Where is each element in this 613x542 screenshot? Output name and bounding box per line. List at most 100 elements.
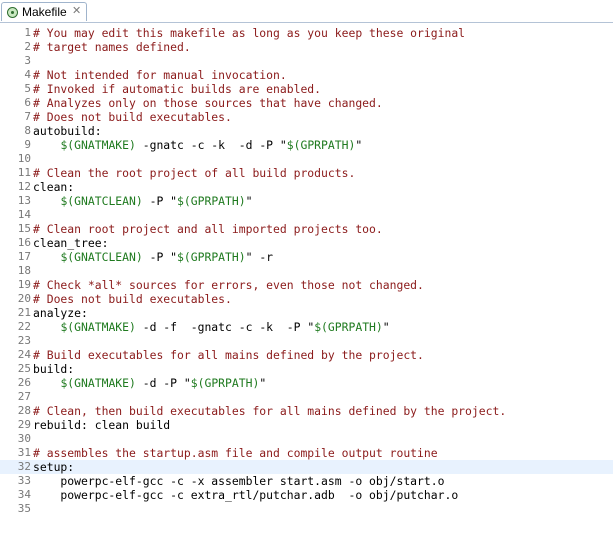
line-number: 35 (17, 502, 31, 515)
editor-tab-bar: Makefile ✕ (0, 0, 613, 23)
code-line[interactable]: 31 # assembles the startup.asm file and c… (0, 446, 613, 460)
comment-token: # target names defined. (33, 40, 191, 54)
code-line[interactable]: 20 # Does not build executables. (0, 292, 613, 306)
code-text: # Build executables for all mains define… (33, 348, 424, 362)
command-token (33, 194, 60, 208)
code-line[interactable]: 3 (0, 54, 613, 68)
code-line[interactable]: 30 (0, 432, 613, 446)
line-number: 28 (17, 404, 31, 417)
line-number: 30 (17, 432, 31, 445)
code-text: clean_tree: (33, 236, 108, 250)
code-line[interactable]: 19 # Check *all* sources for errors, even… (0, 278, 613, 292)
command-token: powerpc-elf-gcc -c -x assembler start.as… (33, 474, 445, 488)
line-number: 29 (17, 418, 31, 431)
comment-token: # Does not build executables. (33, 292, 232, 306)
tab-makefile[interactable]: Makefile ✕ (1, 2, 87, 21)
line-number: 18 (17, 264, 31, 277)
code-line[interactable]: 22 $(GNATMAKE) -d -f -gnatc -c -k -P "$(… (0, 320, 613, 334)
code-line[interactable]: 16 clean_tree: (0, 236, 613, 250)
line-number: 15 (17, 222, 31, 235)
command-token: " (245, 194, 253, 208)
code-line[interactable]: 23 (0, 334, 613, 348)
code-text: rebuild: clean build (33, 418, 170, 432)
code-text: # target names defined. (33, 40, 191, 54)
code-line[interactable]: 34 powerpc-elf-gcc -c extra_rtl/putchar.… (0, 488, 613, 502)
code-text: clean: (33, 180, 74, 194)
makefile-file-icon (7, 7, 18, 18)
comment-token: # Check *all* sources for errors, even t… (33, 278, 424, 292)
code-line[interactable]: 14 (0, 208, 613, 222)
line-number: 19 (17, 278, 31, 291)
target-token: setup: (33, 460, 75, 474)
comment-token: # You may edit this makefile as long as … (33, 26, 466, 40)
code-line[interactable]: 7 # Does not build executables. (0, 110, 613, 124)
code-line[interactable]: 35 (0, 502, 613, 516)
variable-token: $(GPRPATH) (177, 250, 246, 264)
code-text: $(GNATMAKE) -d -P "$(GPRPATH)" (33, 376, 266, 390)
target-token: build: (33, 362, 75, 376)
code-text: $(GNATCLEAN) -P "$(GPRPATH)" (33, 194, 252, 208)
code-line[interactable]: 21 analyze: (0, 306, 613, 320)
code-text: $(GNATMAKE) -d -f -gnatc -c -k -P "$(GPR… (33, 320, 390, 334)
line-number: 27 (17, 390, 31, 403)
code-line[interactable]: 12 clean: (0, 180, 613, 194)
code-text: # Clean, then build executables for all … (33, 404, 506, 418)
target-token: analyze: (33, 306, 88, 320)
code-line[interactable]: 26 $(GNATMAKE) -d -P "$(GPRPATH)" (0, 376, 613, 390)
command-token: -d -P " (135, 376, 191, 390)
line-number: 9 (24, 138, 31, 151)
command-token: -d -f -gnatc -c -k -P " (135, 320, 315, 334)
code-line[interactable]: 25 build: (0, 362, 613, 376)
target-token: autobuild: (33, 124, 102, 138)
line-number: 2 (24, 40, 31, 53)
line-number: 14 (17, 208, 31, 221)
variable-token: $(GPRPATH) (177, 194, 246, 208)
variable-token: $(GNATCLEAN) (60, 194, 143, 208)
command-token: -gnatc -c -k -d -P " (135, 138, 287, 152)
code-line[interactable]: 2 # target names defined. (0, 40, 613, 54)
code-line[interactable]: 13 $(GNATCLEAN) -P "$(GPRPATH)" (0, 194, 613, 208)
code-line[interactable]: 29 rebuild: clean build (0, 418, 613, 432)
code-text: # Analyzes only on those sources that ha… (33, 96, 383, 110)
code-text: # Does not build executables. (33, 292, 232, 306)
code-line[interactable]: 27 (0, 390, 613, 404)
code-text: $(GNATMAKE) -gnatc -c -k -d -P "$(GPRPAT… (33, 138, 362, 152)
code-editor[interactable]: 1 # You may edit this makefile as long as… (0, 23, 613, 542)
code-text: build: (33, 362, 74, 376)
code-text: powerpc-elf-gcc -c extra_rtl/putchar.adb… (33, 488, 458, 502)
code-line[interactable]: 24 # Build executables for all mains defi… (0, 348, 613, 362)
variable-token: $(GPRPATH) (286, 138, 356, 152)
code-line[interactable]: 32 setup: (0, 460, 613, 474)
code-text: # Check *all* sources for errors, even t… (33, 278, 424, 292)
code-line[interactable]: 10 (0, 152, 613, 166)
line-number: 6 (24, 96, 31, 109)
code-text: powerpc-elf-gcc -c -x assembler start.as… (33, 474, 444, 488)
line-number: 10 (17, 152, 31, 165)
line-number: 22 (17, 320, 31, 333)
code-line[interactable]: 28 # Clean, then build executables for al… (0, 404, 613, 418)
command-token: " (355, 138, 363, 152)
code-line[interactable]: 18 (0, 264, 613, 278)
command-token: " (382, 320, 390, 334)
code-line[interactable]: 11 # Clean the root project of all build … (0, 166, 613, 180)
code-line[interactable]: 5 # Invoked if automatic builds are enabl… (0, 82, 613, 96)
code-text: # Clean root project and all imported pr… (33, 222, 383, 236)
variable-token: $(GNATCLEAN) (60, 250, 143, 264)
line-number: 11 (17, 166, 31, 179)
code-line[interactable]: 6 # Analyzes only on those sources that h… (0, 96, 613, 110)
line-number: 8 (24, 124, 31, 137)
code-line[interactable]: 1 # You may edit this makefile as long as… (0, 26, 613, 40)
code-line[interactable]: 15 # Clean root project and all imported … (0, 222, 613, 236)
comment-token: # Clean, then build executables for all … (33, 404, 507, 418)
comment-token: # Clean root project and all imported pr… (33, 222, 383, 236)
code-text: # Not intended for manual invocation. (33, 68, 287, 82)
code-text: analyze: (33, 306, 88, 320)
code-line[interactable]: 4 # Not intended for manual invocation. (0, 68, 613, 82)
code-line[interactable]: 8 autobuild: (0, 124, 613, 138)
code-line[interactable]: 33 powerpc-elf-gcc -c -x assembler start… (0, 474, 613, 488)
code-text: setup: (33, 460, 74, 474)
code-line[interactable]: 9 $(GNATMAKE) -gnatc -c -k -d -P "$(GPRP… (0, 138, 613, 152)
code-lines: 1 # You may edit this makefile as long as… (0, 26, 613, 516)
code-line[interactable]: 17 $(GNATCLEAN) -P "$(GPRPATH)" -r (0, 250, 613, 264)
close-icon[interactable]: ✕ (72, 5, 81, 18)
